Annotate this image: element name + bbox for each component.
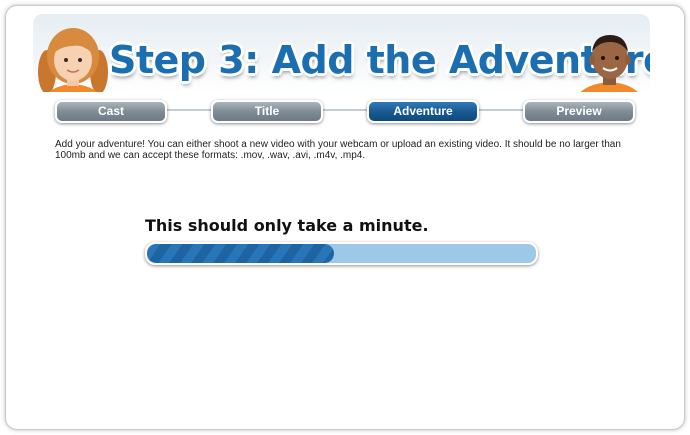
step-adventure-button[interactable]: Adventure	[367, 100, 479, 123]
progress-bar	[145, 242, 538, 265]
header-banner: Step 3: Add the Adventure.	[33, 14, 650, 92]
step-cast-button[interactable]: Cast	[55, 100, 167, 123]
progress-bar-fill	[147, 244, 334, 263]
instructions-text: Add your adventure! You can either shoot…	[55, 139, 621, 161]
boy-photo	[566, 20, 650, 92]
girl-photo	[33, 20, 117, 92]
step-title-button[interactable]: Title	[211, 100, 323, 123]
step-navigation: Cast Title Adventure Preview	[53, 98, 635, 123]
progress-label: This should only take a minute.	[145, 216, 429, 235]
page-title: Step 3: Add the Adventure.	[109, 38, 650, 82]
step-preview-button[interactable]: Preview	[523, 100, 635, 123]
